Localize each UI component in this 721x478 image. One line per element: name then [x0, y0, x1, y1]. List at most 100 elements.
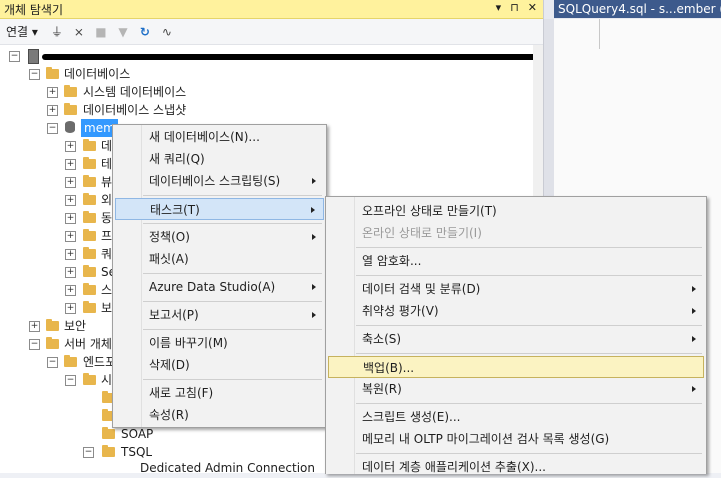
window-position-icon[interactable]: ▾	[496, 1, 502, 14]
folder-icon	[46, 319, 59, 331]
menu-separator	[143, 301, 322, 302]
expand-icon[interactable]: +	[65, 303, 76, 314]
menu-separator	[356, 453, 702, 454]
menu-item-rename[interactable]: 이름 바꾸기(M)	[115, 332, 324, 354]
submenu-arrow-icon	[692, 286, 696, 292]
menu-item-label: 오프라인 상태로 만들기(T)	[362, 204, 497, 218]
menu-item-script-database[interactable]: 데이터베이스 스크립팅(S)	[115, 170, 324, 192]
menu-item-label: 속성(R)	[149, 408, 189, 422]
menu-item-label: 축소(S)	[362, 332, 402, 346]
menu-item-backup[interactable]: 백업(B)...	[328, 356, 704, 378]
connect-icon[interactable]: ⏚	[48, 23, 66, 41]
menu-item-shrink[interactable]: 축소(S)	[328, 328, 704, 350]
menu-item-label: 새 데이터베이스(N)...	[149, 130, 260, 144]
menu-item-take-offline[interactable]: 오프라인 상태로 만들기(T)	[328, 200, 704, 222]
menu-item-generate-scripts[interactable]: 스크립트 생성(E)...	[328, 406, 704, 428]
database-icon	[65, 121, 75, 133]
expand-icon[interactable]: +	[65, 195, 76, 206]
submenu-arrow-icon	[312, 234, 316, 240]
expand-icon[interactable]: +	[65, 231, 76, 242]
menu-item-azure-data-studio[interactable]: Azure Data Studio(A)	[115, 276, 324, 298]
menu-item-reports[interactable]: 보고서(P)	[115, 304, 324, 326]
menu-item-label: 스크립트 생성(E)...	[362, 410, 461, 424]
collapse-icon[interactable]: −	[9, 51, 20, 62]
menu-item-label: 데이터 검색 및 분류(D)	[362, 282, 481, 296]
menu-separator	[143, 379, 322, 380]
connect-button[interactable]: 연결 ▾	[6, 23, 38, 40]
folder-icon	[83, 265, 96, 277]
menu-item-label: 보고서(P)	[149, 308, 199, 322]
expand-icon[interactable]: +	[47, 87, 58, 98]
menu-item-data-discovery[interactable]: 데이터 검색 및 분류(D)	[328, 278, 704, 300]
menu-item-tasks[interactable]: 태스크(T)	[115, 198, 324, 220]
tree-label: 시스템 데이터베이스	[83, 85, 187, 99]
collapse-icon[interactable]: −	[83, 447, 94, 458]
menu-item-policies[interactable]: 정책(O)	[115, 226, 324, 248]
pin-icon[interactable]: ⊓	[510, 1, 519, 14]
menu-item-label: 패싯(A)	[149, 252, 189, 266]
expand-icon[interactable]: +	[47, 105, 58, 116]
menu-item-bring-online[interactable]: 온라인 상태로 만들기(I)	[328, 222, 704, 244]
menu-item-new-database[interactable]: 새 데이터베이스(N)...	[115, 126, 324, 148]
menu-item-oltp-checklist[interactable]: 메모리 내 OLTP 마이그레이션 검사 목록 생성(G)	[328, 428, 704, 450]
collapse-icon[interactable]: −	[29, 69, 40, 80]
expand-icon[interactable]: +	[65, 213, 76, 224]
menu-item-refresh[interactable]: 새로 고침(F)	[115, 382, 324, 404]
filter-icon[interactable]: ▼	[114, 23, 132, 41]
tree-label: 스	[101, 283, 113, 297]
menu-separator	[143, 195, 322, 196]
tree-label: 보안	[64, 319, 87, 333]
menu-item-encrypt-columns[interactable]: 열 암호화...	[328, 250, 704, 272]
expand-icon[interactable]: +	[65, 249, 76, 260]
menu-item-facets[interactable]: 패싯(A)	[115, 248, 324, 270]
explorer-toolbar: 연결 ▾ ⏚ ⨯ ■ ▼ ↻ ∿	[0, 19, 543, 45]
menu-item-label: 이름 바꾸기(M)	[149, 336, 228, 350]
stop-icon[interactable]: ■	[92, 23, 110, 41]
collapse-icon[interactable]: −	[65, 375, 76, 386]
collapse-icon[interactable]: −	[47, 357, 58, 368]
explorer-title: 개체 탐색기	[4, 3, 64, 17]
folder-icon	[83, 175, 96, 187]
folder-icon	[46, 337, 59, 349]
connect-label: 연결	[6, 25, 29, 39]
menu-item-restore[interactable]: 복원(R)	[328, 378, 704, 400]
refresh-icon[interactable]: ↻	[136, 23, 154, 41]
disconnect-icon[interactable]: ⨯	[70, 23, 88, 41]
menu-item-label: 복원(R)	[362, 382, 402, 396]
context-menu-database: 새 데이터베이스(N)... 새 쿼리(Q) 데이터베이스 스크립팅(S) 태스…	[112, 124, 327, 428]
menu-item-properties[interactable]: 속성(R)	[115, 404, 324, 426]
expand-icon[interactable]: +	[65, 159, 76, 170]
folder-icon	[46, 67, 59, 79]
tree-label: 테	[101, 157, 113, 171]
menu-item-new-query[interactable]: 새 쿼리(Q)	[115, 148, 324, 170]
server-icon	[28, 49, 39, 64]
folder-icon	[83, 211, 96, 223]
tree-label: 보	[101, 301, 113, 315]
menu-item-label: 메모리 내 OLTP 마이그레이션 검사 목록 생성(G)	[362, 432, 610, 446]
close-icon[interactable]: ✕	[528, 1, 537, 14]
tab-sqlquery4[interactable]: SQLQuery4.sql - s...ember (son	[554, 0, 721, 18]
menu-item-vulnerability-assessment[interactable]: 취약성 평가(V)	[328, 300, 704, 322]
expand-icon[interactable]: +	[65, 267, 76, 278]
folder-icon	[83, 229, 96, 241]
tree-node-server[interactable]: −	[0, 47, 543, 65]
submenu-arrow-icon	[312, 178, 316, 184]
expand-icon[interactable]: +	[29, 321, 40, 332]
folder-icon	[102, 445, 115, 457]
folder-icon	[83, 373, 96, 385]
menu-item-label: 취약성 평가(V)	[362, 304, 439, 318]
folder-icon	[83, 283, 96, 295]
expand-icon[interactable]: +	[65, 141, 76, 152]
explorer-title-bar: 개체 탐색기 ▾ ⊓ ✕	[0, 0, 543, 19]
menu-item-label: 정책(O)	[149, 230, 190, 244]
expand-icon[interactable]: +	[65, 177, 76, 188]
submenu-arrow-icon	[312, 284, 316, 290]
menu-item-delete[interactable]: 삭제(D)	[115, 354, 324, 376]
collapse-icon[interactable]: −	[29, 339, 40, 350]
activity-monitor-icon[interactable]: ∿	[158, 23, 176, 41]
menu-item-extract-data-tier[interactable]: 데이터 계층 애플리케이션 추출(X)...	[328, 456, 704, 478]
collapse-icon[interactable]: −	[47, 123, 58, 134]
folder-icon	[83, 157, 96, 169]
expand-icon[interactable]: +	[65, 285, 76, 296]
menu-item-label: 열 암호화...	[362, 254, 422, 268]
